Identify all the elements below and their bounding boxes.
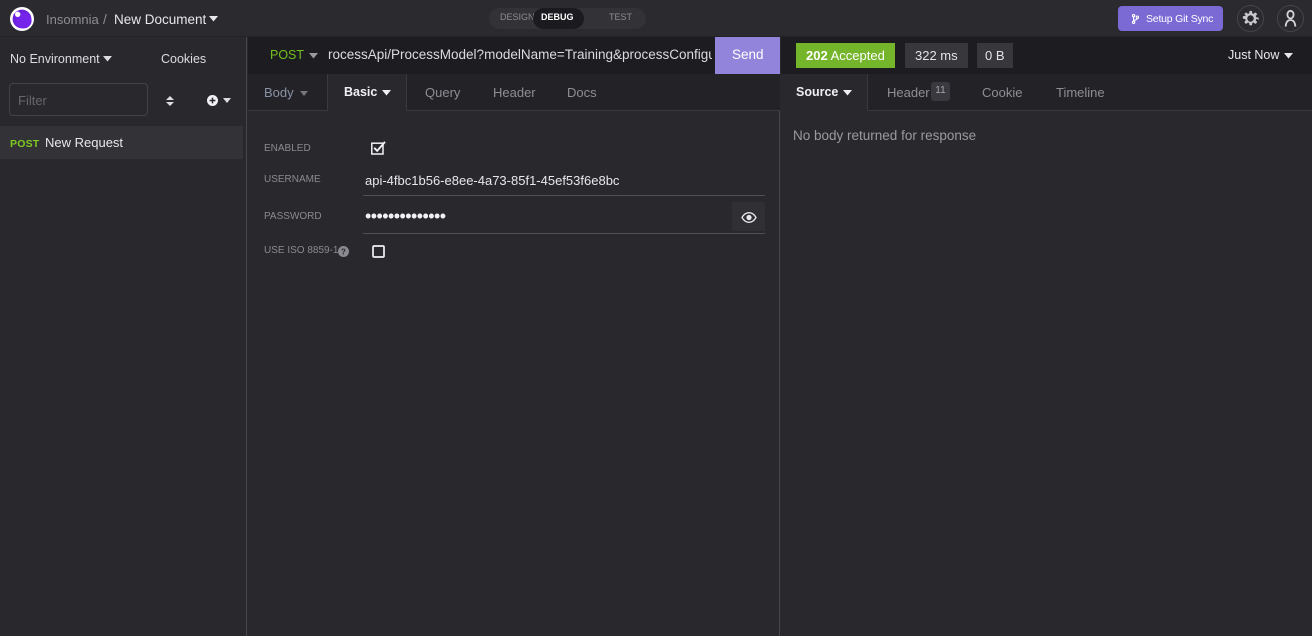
svg-text:?: ?	[341, 247, 346, 256]
